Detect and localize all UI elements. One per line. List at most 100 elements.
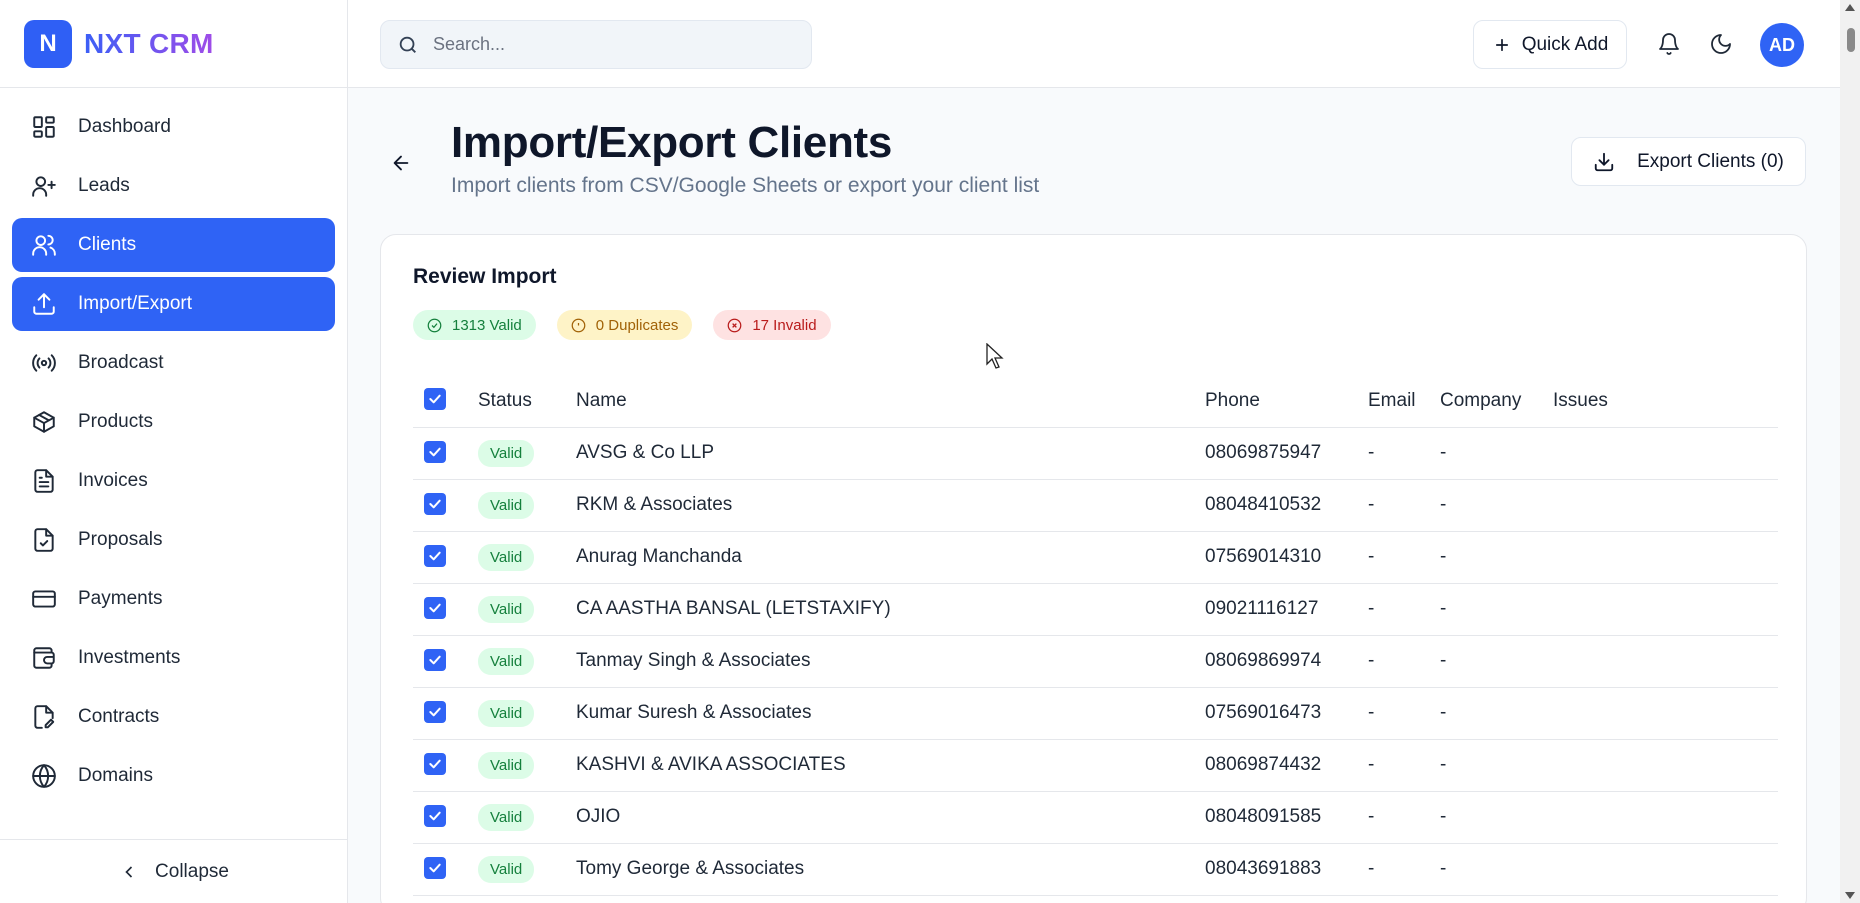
name-cell: Anurag Manchanda xyxy=(576,531,1205,584)
row-checkbox[interactable] xyxy=(424,544,446,567)
row-checkbox[interactable] xyxy=(424,804,446,827)
sidebar-item-domains[interactable]: Domains xyxy=(12,749,335,803)
theme-toggle-button[interactable] xyxy=(1705,28,1737,60)
status-cell: Valid xyxy=(478,843,576,896)
package-icon xyxy=(30,408,58,436)
row-checkbox[interactable] xyxy=(424,700,446,723)
table-row[interactable]: Valid Tomy George & Associates 08043691883… xyxy=(413,843,1778,896)
check-icon xyxy=(429,499,441,508)
email-cell: - xyxy=(1368,739,1440,792)
phone-cell: 08069874432 xyxy=(1205,739,1368,792)
status-cell: Valid xyxy=(478,687,576,740)
table-row[interactable]: Valid KASHVI & AVIKA ASSOCIATES 0806987443… xyxy=(413,739,1778,792)
table-row[interactable]: Valid OJIO 08048091585- - xyxy=(413,791,1778,844)
status-cell: Valid xyxy=(478,791,576,844)
status-badge: Valid xyxy=(478,855,535,883)
row-checkbox[interactable] xyxy=(424,752,446,775)
sidebar-item-label: Domains xyxy=(78,765,153,786)
table-row[interactable]: Valid RKM & Associates 08048410532- - xyxy=(413,479,1778,532)
brand[interactable]: N NXT CRM xyxy=(0,0,347,88)
company-cell: - xyxy=(1440,687,1553,740)
status-badge: Valid xyxy=(478,751,535,779)
row-checkbox[interactable] xyxy=(424,596,446,619)
sidebar-item-broadcast[interactable]: Broadcast xyxy=(12,336,335,390)
sidebar-item-import-export[interactable]: Import/Export xyxy=(12,277,335,331)
table-row[interactable]: Valid Tanmay Singh & Associates 0806986997… xyxy=(413,635,1778,688)
row-select-cell xyxy=(413,687,478,740)
check-icon xyxy=(429,759,441,768)
column-header-issues[interactable]: Issues xyxy=(1553,375,1778,428)
back-button[interactable] xyxy=(390,152,414,176)
row-checkbox[interactable] xyxy=(424,648,446,671)
sidebar-item-products[interactable]: Products xyxy=(12,395,335,449)
quick-add-button[interactable]: Quick Add xyxy=(1473,20,1627,69)
collapse-button[interactable]: Collapse xyxy=(0,839,348,903)
sidebar-item-label: Import/Export xyxy=(78,293,193,314)
column-header-phone[interactable]: Phone xyxy=(1205,375,1368,428)
phone-cell: 08069875947 xyxy=(1205,427,1368,480)
page-subtitle: Import clients from CSV/Google Sheets or… xyxy=(451,174,1040,197)
search-icon xyxy=(399,36,416,53)
status-cell: Valid xyxy=(478,479,576,532)
check-circle-icon xyxy=(427,318,442,332)
issues-cell xyxy=(1553,687,1778,740)
sidebar-item-clients[interactable]: Clients xyxy=(12,218,335,272)
column-header-company[interactable]: Company xyxy=(1440,375,1553,428)
sidebar: N NXT CRM Dashboard Leads Clients Import/Ex… xyxy=(0,0,348,903)
check-icon xyxy=(429,811,441,820)
alert-circle-icon xyxy=(571,318,586,332)
cursor-arrow-icon xyxy=(986,342,1004,369)
sidebar-item-invoices[interactable]: Invoices xyxy=(12,454,335,508)
table-row[interactable]: Valid AVSG & Co LLP 08069875947- - xyxy=(413,427,1778,480)
table-header-row: Status Name Phone Email Company Issues xyxy=(413,375,1778,428)
sidebar-item-proposals[interactable]: Proposals xyxy=(12,513,335,567)
row-select-cell xyxy=(413,635,478,688)
name-cell: OJIO xyxy=(576,791,1205,844)
sidebar-item-payments[interactable]: Payments xyxy=(12,572,335,626)
row-select-cell xyxy=(413,479,478,532)
scroll-up-arrow[interactable] xyxy=(1845,4,1855,11)
user-plus-icon xyxy=(30,172,58,200)
avatar[interactable]: AD xyxy=(1760,23,1804,67)
sidebar-item-label: Dashboard xyxy=(78,116,171,137)
company-cell: - xyxy=(1440,427,1553,480)
table-row[interactable]: Valid Anurag Manchanda 07569014310- - xyxy=(413,531,1778,584)
select-all-checkbox[interactable] xyxy=(424,388,446,411)
company-cell: - xyxy=(1440,635,1553,688)
export-clients-button[interactable]: Export Clients (0) xyxy=(1571,137,1806,186)
row-checkbox[interactable] xyxy=(424,440,446,463)
check-icon xyxy=(429,394,441,404)
column-header-email[interactable]: Email xyxy=(1368,375,1440,428)
email-cell: - xyxy=(1368,843,1440,896)
scroll-down-arrow[interactable] xyxy=(1845,892,1855,899)
issues-cell xyxy=(1553,427,1778,480)
search-input[interactable] xyxy=(433,34,793,55)
sidebar-item-label: Payments xyxy=(78,588,163,609)
bell-icon xyxy=(1659,33,1679,55)
column-header-status[interactable]: Status xyxy=(478,375,576,428)
row-checkbox[interactable] xyxy=(424,492,446,515)
main-content: Import/Export Clients Import clients fro… xyxy=(348,88,1840,903)
notifications-button[interactable] xyxy=(1653,28,1685,60)
search-box[interactable] xyxy=(380,20,812,69)
email-cell: - xyxy=(1368,583,1440,636)
check-icon xyxy=(429,863,441,872)
scrollbar-thumb[interactable] xyxy=(1847,28,1855,52)
sidebar-item-contracts[interactable]: Contracts xyxy=(12,690,335,744)
email-cell: - xyxy=(1368,635,1440,688)
row-checkbox[interactable] xyxy=(424,856,446,879)
column-header-name[interactable]: Name xyxy=(576,375,1205,428)
sidebar-item-dashboard[interactable]: Dashboard xyxy=(12,100,335,154)
page-scrollbar[interactable] xyxy=(1840,0,1860,903)
table-row[interactable]: Valid CA AASTHA BANSAL (LETSTAXIFY) 090211… xyxy=(413,583,1778,636)
email-cell: - xyxy=(1368,531,1440,584)
status-cell: Valid xyxy=(478,427,576,480)
sidebar-item-investments[interactable]: Investments xyxy=(12,631,335,685)
sidebar-item-leads[interactable]: Leads xyxy=(12,159,335,213)
table-row[interactable]: Valid Kumar Suresh & Associates 0756901647… xyxy=(413,687,1778,740)
row-select-cell xyxy=(413,739,478,792)
row-select-cell xyxy=(413,843,478,896)
name-cell: Tomy George & Associates xyxy=(576,843,1205,896)
import-summary: 1313 Valid 0 Duplicates 17 Invalid xyxy=(413,310,831,340)
sidebar-item-label: Invoices xyxy=(78,470,148,491)
